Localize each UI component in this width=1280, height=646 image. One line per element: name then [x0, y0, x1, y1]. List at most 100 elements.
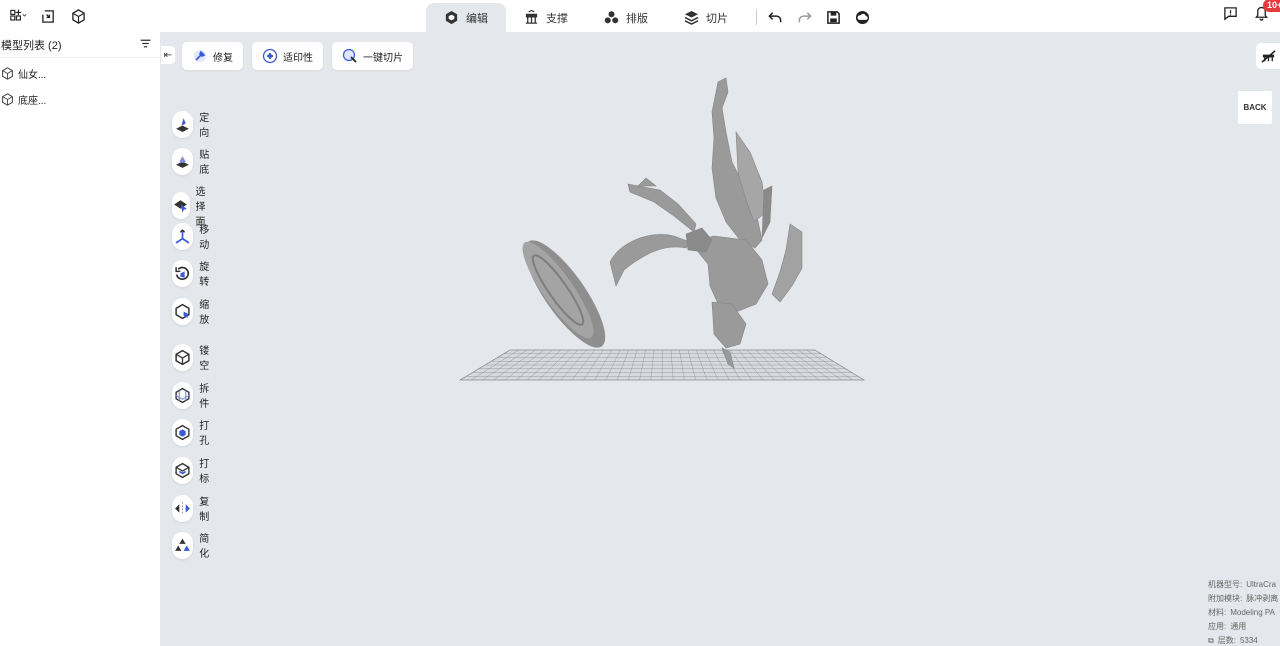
tool-simplify[interactable]: 简化: [172, 530, 215, 560]
tool-scale-label: 缩放: [199, 300, 210, 326]
info-row: 机器型号: UltraCra: [1208, 578, 1280, 592]
top-toolbar: 编辑 支撑 排版 切片 10+: [0, 0, 1280, 32]
info-value: 脉冲剥离: [1246, 594, 1279, 603]
model-item-base[interactable]: 底座...: [0, 86, 160, 112]
tool-orient-label: 定向: [199, 113, 210, 139]
model-cube-icon: [2, 92, 13, 106]
scale-icon: [175, 303, 190, 319]
quick-actions: 修复 适印性 一键切片: [182, 42, 413, 70]
info-value: 通用: [1230, 622, 1247, 631]
punch-hole-icon: [175, 424, 190, 440]
model-list-header: 模型列表 (2): [0, 32, 160, 58]
base-model[interactable]: [512, 230, 618, 358]
mode-tabs: 编辑 支撑 排版 切片: [426, 3, 871, 32]
info-value: Modeling PA: [1230, 608, 1275, 617]
info-row: 应用: 通用: [1208, 620, 1280, 634]
info-key: 层数:: [1217, 636, 1236, 645]
3d-viewport[interactable]: ⇤ 修复 适印性 一键切片 定向 贴底 选择面 移动 旋转 缩放 镂空 拆件 打…: [160, 32, 1280, 646]
undo-icon[interactable]: [767, 9, 784, 26]
select-face-icon: [174, 200, 188, 213]
tab-layout[interactable]: 排版: [586, 3, 666, 32]
tab-support-label: 支撑: [546, 12, 568, 25]
tool-punch-hole[interactable]: 打孔: [172, 417, 215, 447]
model-cube-icon: [2, 66, 13, 80]
printability-button[interactable]: 适印性: [252, 42, 323, 70]
repair-icon: [194, 50, 206, 62]
filter-icon[interactable]: [139, 37, 152, 53]
import-icon[interactable]: [38, 6, 58, 26]
tool-orient[interactable]: 定向: [172, 109, 215, 139]
toolbar-divider: [756, 9, 757, 25]
rotate-icon: [175, 266, 190, 280]
info-row: ⧉ 层数: 5334: [1208, 634, 1280, 646]
tool-rotate-label: 旋转: [199, 262, 210, 288]
cloud-icon[interactable]: [854, 9, 871, 26]
tool-simplify-label: 简化: [199, 534, 210, 560]
info-value: 5334: [1239, 636, 1258, 645]
info-key: 机器型号:: [1208, 580, 1243, 589]
save-icon[interactable]: [825, 9, 842, 26]
fairy-model[interactable]: [609, 77, 803, 369]
model-item-label: 仙女...: [18, 69, 47, 81]
history-actions: [767, 3, 871, 32]
one-click-slice-icon: [342, 48, 357, 63]
tool-label[interactable]: 打标: [172, 455, 215, 485]
slice-icon: [684, 10, 699, 25]
tab-slice[interactable]: 切片: [666, 3, 746, 32]
tool-rotate[interactable]: 旋转: [172, 258, 215, 288]
hollow-icon: [175, 349, 190, 365]
info-row: 材料: Modeling PA: [1208, 606, 1280, 620]
split-icon: [175, 387, 190, 403]
add-model-icon[interactable]: [8, 6, 28, 26]
repair-button[interactable]: 修复: [182, 42, 243, 70]
hide-support-toggle[interactable]: [1256, 43, 1280, 69]
collapse-panel-icon[interactable]: ⇤: [161, 46, 175, 64]
info-key: 材料:: [1208, 608, 1227, 617]
tool-split-label: 拆件: [199, 384, 210, 410]
tab-layout-label: 排版: [626, 12, 648, 25]
top-right-actions: 10+: [1222, 0, 1280, 22]
tool-punch-hole-label: 打孔: [199, 421, 210, 447]
notification-button[interactable]: 10+: [1253, 0, 1280, 22]
lay-flat-icon: [176, 155, 189, 168]
printability-icon: [262, 48, 278, 64]
info-key: 附加模块:: [1208, 594, 1243, 603]
tab-slice-label: 切片: [706, 12, 728, 25]
layout-icon: [604, 11, 619, 24]
label-icon: [175, 462, 190, 478]
model-list-panel: 模型列表 (2) 仙女... 底座...: [0, 32, 160, 646]
tool-copy-label: 复制: [199, 497, 210, 523]
tool-split[interactable]: 拆件: [172, 380, 215, 410]
tab-edit[interactable]: 编辑: [426, 3, 506, 32]
notification-badge: 10+: [1263, 0, 1280, 12]
info-value: UltraCra: [1246, 580, 1277, 589]
machine-info: 机器型号: UltraCra 附加模块: 脉冲剥离 材料: Modeling PA 应…: [1208, 578, 1280, 646]
move-icon: [175, 228, 190, 244]
model-scene[interactable]: [450, 72, 870, 392]
tool-move-label: 移动: [199, 225, 210, 251]
orient-icon: [176, 117, 189, 132]
info-key: 应用:: [1208, 622, 1227, 631]
build-plate: [458, 349, 866, 381]
feedback-icon[interactable]: [1222, 5, 1239, 22]
file-actions: [8, 6, 88, 26]
tab-support[interactable]: 支撑: [506, 3, 586, 32]
tool-lay-flat-label: 贴底: [199, 150, 210, 176]
model-item-label: 底座...: [18, 95, 47, 107]
redo-icon[interactable]: [796, 9, 813, 26]
model-library-icon[interactable]: [68, 6, 88, 26]
tool-hollow[interactable]: 镂空: [172, 342, 215, 372]
tool-move[interactable]: 移动: [172, 221, 215, 251]
one-click-slice-button[interactable]: 一键切片: [332, 42, 413, 70]
tool-lay-flat[interactable]: 贴底: [172, 146, 215, 176]
model-item-fairy[interactable]: 仙女...: [0, 60, 160, 86]
view-cube[interactable]: BACK: [1238, 91, 1272, 124]
tool-scale[interactable]: 缩放: [172, 296, 215, 326]
one-click-slice-label: 一键切片: [363, 52, 403, 64]
tool-copy[interactable]: 复制: [172, 493, 215, 523]
view-cube-face-label: BACK: [1243, 103, 1267, 112]
copy-icon: [175, 501, 191, 515]
layers-icon: ⧉: [1208, 636, 1214, 645]
support-icon: [525, 10, 538, 24]
simplify-icon: [175, 538, 191, 551]
